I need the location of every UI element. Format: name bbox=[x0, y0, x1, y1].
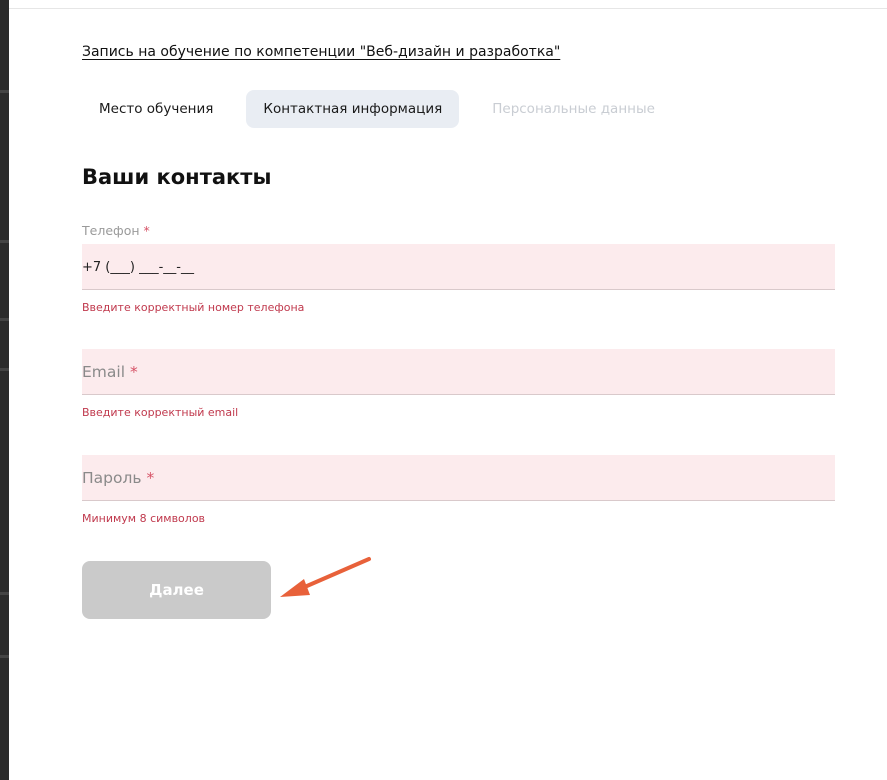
phone-field[interactable] bbox=[82, 244, 835, 290]
phone-input[interactable] bbox=[82, 244, 835, 289]
phone-label-text: Телефон bbox=[82, 223, 140, 238]
edge-tick bbox=[0, 318, 9, 321]
arrow-pointer-icon bbox=[280, 557, 371, 597]
password-input[interactable] bbox=[82, 455, 835, 500]
tab-place-of-study[interactable]: Место обучения bbox=[82, 90, 230, 128]
password-error: Минимум 8 символов bbox=[82, 512, 206, 525]
edge-tick bbox=[0, 90, 9, 93]
left-window-edge bbox=[0, 0, 9, 780]
edge-tick bbox=[0, 368, 9, 371]
required-mark: * bbox=[143, 223, 150, 238]
tab-contact-info[interactable]: Контактная информация bbox=[246, 90, 460, 128]
top-divider bbox=[9, 8, 887, 9]
edge-tick bbox=[0, 240, 9, 243]
edge-tick bbox=[0, 655, 9, 658]
section-heading: Ваши контакты bbox=[82, 165, 272, 189]
email-field[interactable]: Email * bbox=[82, 349, 835, 395]
email-error: Введите корректный email bbox=[82, 406, 239, 419]
password-field[interactable]: Пароль * bbox=[82, 455, 835, 501]
edge-tick bbox=[0, 592, 9, 595]
phone-error: Введите корректный номер телефона bbox=[82, 301, 305, 314]
page-title[interactable]: Запись на обучение по компетенции "Веб-д… bbox=[82, 44, 560, 60]
phone-label: Телефон * bbox=[82, 223, 150, 238]
tab-personal-data: Персональные данные bbox=[492, 101, 655, 117]
email-input[interactable] bbox=[82, 349, 835, 394]
step-tabs: Место обучения Контактная информация Пер… bbox=[82, 90, 688, 128]
next-button[interactable]: Далее bbox=[82, 561, 271, 619]
